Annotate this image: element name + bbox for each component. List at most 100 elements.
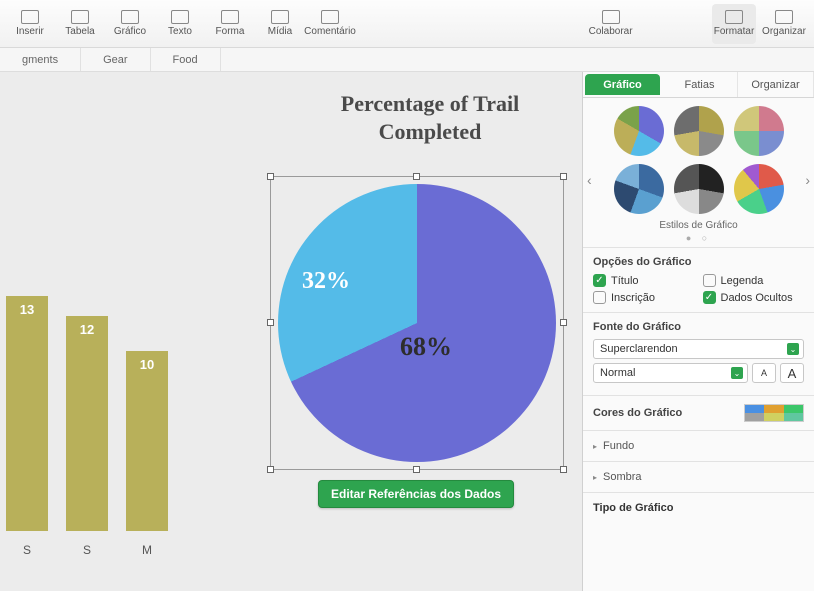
background-disclosure[interactable]: ▸ Fundo <box>583 430 814 461</box>
tab-fatias[interactable]: Fatias <box>662 72 738 97</box>
toolbar-icon <box>171 10 189 24</box>
toolbar-label: Mídia <box>268 26 292 37</box>
chart-style-4[interactable] <box>614 164 664 214</box>
styles-next-icon[interactable]: › <box>805 172 810 188</box>
toolbar-texto-button[interactable]: Texto <box>158 4 202 44</box>
toolbar-comentário-button[interactable]: Comentário <box>308 4 352 44</box>
check-icon: ✓ <box>593 274 606 287</box>
checkbox-dados-ocultos[interactable]: ✓ Dados Ocultos <box>703 291 805 304</box>
checkbox-titulo[interactable]: ✓ Título <box>593 274 695 287</box>
brush-icon <box>725 10 743 24</box>
bar-value: 12 <box>66 322 108 337</box>
chart-style-5[interactable] <box>674 164 724 214</box>
bar-value: 13 <box>6 302 48 317</box>
resize-handle-tr[interactable] <box>560 173 567 180</box>
bar[interactable]: 10 <box>126 351 168 531</box>
sheet-tabs: gmentsGearFood <box>0 48 814 72</box>
toolbar-mídia-button[interactable]: Mídia <box>258 4 302 44</box>
checkbox-inscricao[interactable]: Inscrição <box>593 291 695 304</box>
bar-category-label: S <box>6 543 48 557</box>
checkbox-label: Dados Ocultos <box>721 292 793 304</box>
disclosure-label: Fundo <box>603 440 634 452</box>
bar[interactable]: 13 <box>6 296 48 531</box>
toolbar-inserir-button[interactable]: Inserir <box>8 4 52 44</box>
chevron-down-icon: ⌄ <box>787 343 799 355</box>
toolbar-label: Forma <box>216 26 245 37</box>
toolbar-label: Texto <box>168 26 192 37</box>
chart-styles-gallery: Estilos de Gráfico ● ○ <box>583 98 814 247</box>
tab-grafico[interactable]: Gráfico <box>585 74 660 95</box>
toolbar-label: Tabela <box>65 26 94 37</box>
resize-handle-tl[interactable] <box>267 173 274 180</box>
toolbar-icon <box>221 10 239 24</box>
pager-dots[interactable]: ● ○ <box>589 233 808 243</box>
main-toolbar: Inserir Tabela Gráfico Texto Forma Mídia Comen… <box>0 0 814 48</box>
chart-type-section[interactable]: Tipo de Gráfico <box>583 492 814 523</box>
chart-colors-section: Cores do Gráfico <box>583 395 814 430</box>
resize-handle-r[interactable] <box>560 319 567 326</box>
bar-value: 10 <box>126 357 168 372</box>
bar[interactable]: 12 <box>66 316 108 531</box>
toolbar-forma-button[interactable]: Forma <box>208 4 252 44</box>
check-icon <box>593 291 606 304</box>
toolbar-gráfico-button[interactable]: Gráfico <box>108 4 152 44</box>
font-weight-value: Normal <box>600 367 635 379</box>
bar-category-label: S <box>66 543 108 557</box>
organize-button[interactable]: Organizar <box>762 4 806 44</box>
format-inspector: Gráfico Fatias Organizar Estilos de Gráf… <box>582 72 814 591</box>
triangle-right-icon: ▸ <box>593 442 597 451</box>
resize-handle-t[interactable] <box>413 173 420 180</box>
bar-category-label: M <box>126 543 168 557</box>
sheet-tab[interactable]: Gear <box>81 48 150 71</box>
color-swatch-picker[interactable] <box>744 404 804 422</box>
font-larger-button[interactable]: A <box>780 363 804 383</box>
toolbar-label: Inserir <box>16 26 44 37</box>
checkbox-label: Legenda <box>721 275 764 287</box>
chevron-down-icon: ⌄ <box>731 367 743 379</box>
chart-options-section: Opções do Gráfico ✓ Título Legenda Inscri… <box>583 247 814 312</box>
resize-handle-br[interactable] <box>560 466 567 473</box>
edit-data-references-button[interactable]: Editar Referências dos Dados <box>318 480 514 508</box>
toolbar-icon <box>271 10 289 24</box>
triangle-right-icon: ▸ <box>593 473 597 482</box>
chart-font-title: Fonte do Gráfico <box>593 321 804 333</box>
sheet-tab[interactable]: Food <box>151 48 221 71</box>
checkbox-label: Título <box>611 275 639 287</box>
tab-organizar[interactable]: Organizar <box>738 72 814 97</box>
format-button[interactable]: Formatar <box>712 4 756 44</box>
toolbar-icon <box>21 10 39 24</box>
resize-handle-b[interactable] <box>413 466 420 473</box>
person-icon <box>602 10 620 24</box>
checkbox-legenda[interactable]: Legenda <box>703 274 805 287</box>
pie-label-large: 68% <box>400 332 452 362</box>
bar-chart[interactable]: 13 12 10 <box>0 296 168 531</box>
toolbar-tabela-button[interactable]: Tabela <box>58 4 102 44</box>
resize-handle-bl[interactable] <box>267 466 274 473</box>
inspector-tabs: Gráfico Fatias Organizar <box>583 72 814 98</box>
pie-chart[interactable] <box>278 184 556 462</box>
toolbar-left-group: Inserir Tabela Gráfico Texto Forma Mídia Comen… <box>8 4 352 44</box>
font-family-select[interactable]: Superclarendon ⌄ <box>593 339 804 359</box>
chart-font-section: Fonte do Gráfico Superclarendon ⌄ Normal… <box>583 312 814 395</box>
chart-style-1[interactable] <box>614 106 664 156</box>
chart-options-title: Opções do Gráfico <box>593 256 804 268</box>
chart-colors-title: Cores do Gráfico <box>593 407 682 419</box>
collab-button[interactable]: Colaborar <box>589 4 633 44</box>
check-icon: ✓ <box>703 291 716 304</box>
toolbar-icon <box>71 10 89 24</box>
shadow-disclosure[interactable]: ▸Sombra <box>583 461 814 492</box>
organize-label: Organizar <box>762 26 806 37</box>
canvas-area[interactable]: 131210 SSM Percentage of Trail Completed… <box>0 72 582 591</box>
chart-style-6[interactable] <box>734 164 784 214</box>
styles-label: Estilos de Gráfico <box>589 220 808 231</box>
toolbar-icon <box>121 10 139 24</box>
chart-style-3[interactable] <box>734 106 784 156</box>
styles-prev-icon[interactable]: ‹ <box>587 172 592 188</box>
sheet-tab[interactable]: gments <box>0 48 81 71</box>
font-weight-select[interactable]: Normal ⌄ <box>593 363 748 383</box>
font-smaller-button[interactable]: A <box>752 363 776 383</box>
pie-label-small: 32% <box>302 268 350 295</box>
resize-handle-l[interactable] <box>267 319 274 326</box>
stack-icon <box>775 10 793 24</box>
chart-style-2[interactable] <box>674 106 724 156</box>
